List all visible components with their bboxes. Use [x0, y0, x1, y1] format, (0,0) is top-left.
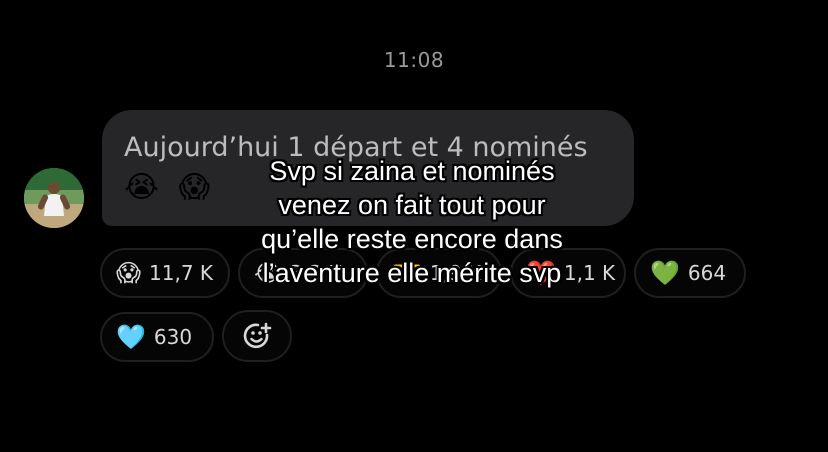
avatar[interactable]: [24, 168, 84, 228]
add-reaction-button[interactable]: [222, 310, 292, 362]
reaction-light-blue-heart[interactable]: 🩵 630: [100, 312, 214, 362]
message-emojis: 😭 😱: [124, 168, 220, 208]
sob-emoji: 😭: [124, 170, 160, 205]
caption-line: Svp si zaina et nominés: [269, 156, 555, 186]
green-heart-icon: 💚: [650, 259, 680, 287]
avatar-photo: [24, 168, 84, 228]
light-blue-heart-icon: 🩵: [116, 323, 146, 351]
caption-line: l’aventure elle mérite svp: [262, 258, 562, 288]
reaction-green-heart[interactable]: 💚 664: [634, 248, 746, 298]
caption-line: venez on fait tout pour: [278, 190, 546, 220]
reaction-count: 11,7 K: [149, 261, 214, 285]
reaction-count: 630: [153, 325, 193, 349]
scream-icon: 😱: [116, 259, 142, 287]
overlay-caption: Svp si zaina et nominés venez on fait to…: [232, 154, 592, 290]
reaction-scream[interactable]: 😱 11,7 K: [100, 248, 230, 298]
caption-line: qu’elle reste encore dans: [261, 224, 563, 254]
message-timestamp: 11:08: [383, 48, 445, 72]
scream-emoji: 😱: [178, 170, 210, 205]
reaction-count: 664: [687, 261, 727, 285]
add-reaction-icon: [243, 322, 272, 349]
